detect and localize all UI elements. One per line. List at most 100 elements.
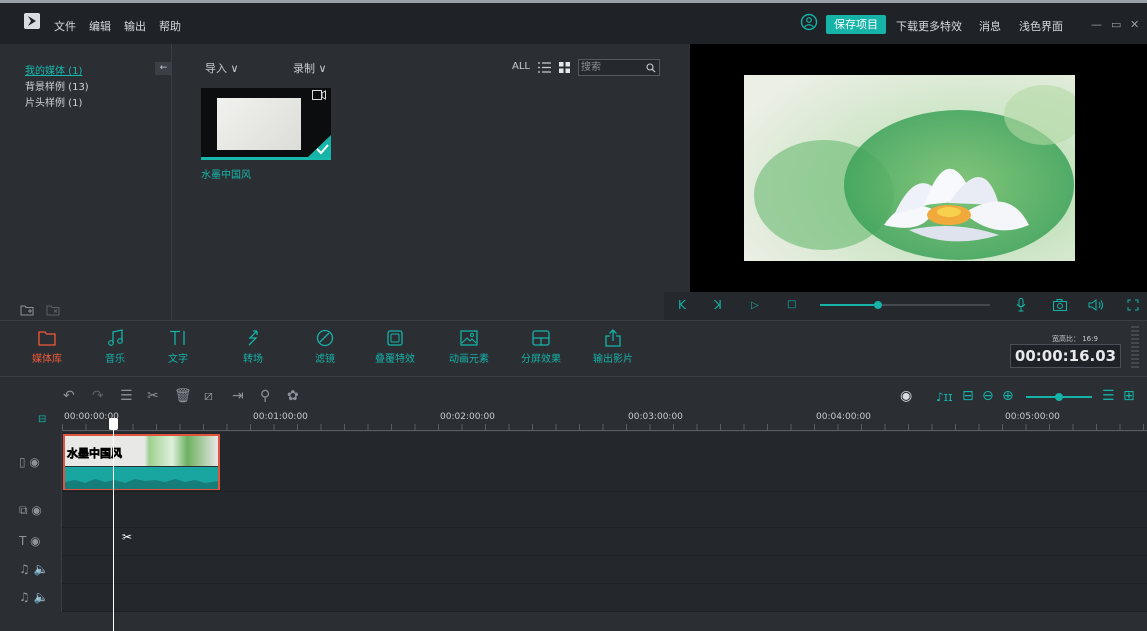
import-dropdown[interactable]: 导入 ∨ [205, 60, 239, 76]
music-track-2[interactable] [62, 584, 1147, 612]
add-folder-icon[interactable] [20, 305, 34, 316]
render-icon[interactable]: ◉ [900, 388, 912, 404]
ruler-tick: 00:01:00:00 [253, 412, 308, 422]
light-theme-link[interactable]: 浅色界面 [1019, 18, 1063, 34]
music-track-1-icon: ♫ 🔈 [19, 562, 49, 576]
marker-icon[interactable]: ⚲ [260, 388, 270, 404]
panel-grip-icon [1131, 326, 1139, 368]
tab-label: 分屏效果 [521, 354, 561, 365]
download-effects-link[interactable]: 下载更多特效 [896, 18, 962, 34]
grid-view-icon[interactable] [559, 62, 570, 73]
tab-overlay[interactable]: 叠覆特效 [362, 328, 428, 365]
playhead-handle[interactable] [109, 418, 118, 430]
music-track-1[interactable] [62, 556, 1147, 584]
tab-folder[interactable]: 媒体库 [14, 328, 80, 365]
prev-frame-icon[interactable]: K [678, 298, 686, 312]
volume-icon[interactable] [1088, 299, 1104, 311]
preview-progress-slider[interactable] [820, 300, 990, 310]
playhead-line[interactable] [113, 420, 114, 631]
ruler-tick: 00:03:00:00 [628, 412, 683, 422]
close-button[interactable]: ✕ [1130, 18, 1139, 31]
text-track-icon: T ◉ [19, 534, 41, 548]
overlay-icon [362, 328, 428, 348]
tab-text[interactable]: 文字 [145, 328, 211, 365]
timeline-toolbar [0, 376, 1147, 412]
snapshot-icon[interactable] [1053, 299, 1067, 311]
crop-icon[interactable]: ⧄ [204, 388, 213, 404]
undo-icon[interactable]: ↶ [63, 388, 75, 404]
microphone-icon[interactable] [1016, 298, 1026, 312]
menu-edit[interactable]: 编辑 [89, 18, 111, 34]
color-palette-icon[interactable]: ✿ [287, 388, 299, 404]
ruler-ticks [62, 424, 1147, 430]
play-icon[interactable]: ▷ [751, 300, 759, 311]
cut-icon[interactable]: ✂ [147, 388, 159, 404]
split-icon [508, 328, 574, 348]
tab-export[interactable]: 输出影片 [580, 328, 646, 365]
menu-export[interactable]: 输出 [124, 18, 146, 34]
zoom-out-icon[interactable]: ⊖ [982, 388, 994, 404]
filter-all-button[interactable]: ALL [512, 61, 530, 72]
tab-label: 滤镜 [315, 354, 335, 365]
tab-label: 动画元素 [449, 354, 489, 365]
search-input[interactable] [581, 61, 641, 74]
fullscreen-icon[interactable] [1127, 299, 1139, 311]
ruler-tick: 00:04:00:00 [816, 412, 871, 422]
image-icon [436, 328, 502, 348]
video-type-icon [312, 90, 326, 100]
music-track-2-icon: ♫ 🔈 [19, 590, 49, 604]
library-item-my-media[interactable]: 我的媒体 (1) [25, 62, 82, 77]
list-view-icon[interactable] [538, 62, 551, 73]
minimize-button[interactable]: — [1091, 18, 1102, 31]
transition-icon [220, 328, 286, 348]
search-box [578, 59, 660, 76]
snap-icon[interactable]: ⊟ [38, 414, 46, 425]
overlay-track[interactable] [62, 492, 1147, 528]
menu-file[interactable]: 文件 [54, 18, 76, 34]
ruler-tick: 00:02:00:00 [440, 412, 495, 422]
record-dropdown[interactable]: 录制 ∨ [293, 60, 327, 76]
tab-split[interactable]: 分屏效果 [508, 328, 574, 365]
ruler-tick: 00:05:00:00 [1005, 412, 1060, 422]
music-icon [82, 328, 148, 348]
collapse-arrow-icon[interactable]: ← [155, 62, 172, 75]
title-bar: 文件 编辑 输出 帮助 保存项目 下载更多特效 消息 浅色界面 — ▭ ✕ [0, 0, 1147, 44]
delete-folder-icon[interactable] [46, 305, 60, 316]
stop-icon[interactable]: □ [787, 299, 796, 310]
clip-audio-waveform [65, 467, 218, 489]
tab-transition[interactable]: 转场 [220, 328, 286, 365]
delete-icon[interactable]: 🗑 [174, 388, 192, 404]
text-track[interactable] [62, 528, 1147, 556]
save-project-button[interactable]: 保存项目 [826, 15, 886, 34]
search-icon[interactable] [646, 63, 656, 73]
account-icon[interactable] [800, 13, 818, 31]
track-list-icon[interactable]: ☰ [1102, 388, 1115, 404]
tab-music[interactable]: 音乐 [82, 328, 148, 365]
tab-image[interactable]: 动画元素 [436, 328, 502, 365]
library-item-intro-samples[interactable]: 片头样例 (1) [25, 94, 82, 109]
media-thumbnail-image [217, 98, 301, 150]
tab-label: 文字 [168, 354, 188, 365]
zoom-in-icon[interactable]: ⊕ [1002, 388, 1014, 404]
fit-timeline-icon[interactable]: ⊟ [962, 388, 974, 404]
next-frame-icon[interactable]: ꓘ [714, 298, 722, 312]
redo-icon[interactable]: ↷ [92, 388, 104, 404]
tab-filter[interactable]: 滤镜 [292, 328, 358, 365]
messages-link[interactable]: 消息 [979, 18, 1001, 34]
timecode-display: 00:00:16.03 [1010, 344, 1121, 368]
audio-mix-icon[interactable]: ♪ɪɪ [936, 390, 953, 404]
overlay-track-icon: ⧉ ◉ [19, 503, 42, 517]
track-grid-icon[interactable]: ⊞ [1123, 388, 1135, 404]
zoom-slider[interactable] [1026, 392, 1092, 402]
tab-label: 媒体库 [32, 354, 62, 365]
insert-icon[interactable]: ⇥ [232, 388, 244, 404]
tab-label: 音乐 [105, 354, 125, 365]
adjust-icon[interactable]: ☰ [120, 388, 133, 404]
export-icon [580, 328, 646, 348]
menu-help[interactable]: 帮助 [159, 18, 181, 34]
video-track[interactable] [62, 432, 1147, 492]
library-item-background-samples[interactable]: 背景样例 (13) [25, 78, 89, 93]
tab-label: 输出影片 [593, 354, 633, 365]
maximize-button[interactable]: ▭ [1111, 18, 1121, 31]
tab-label: 转场 [243, 354, 263, 365]
